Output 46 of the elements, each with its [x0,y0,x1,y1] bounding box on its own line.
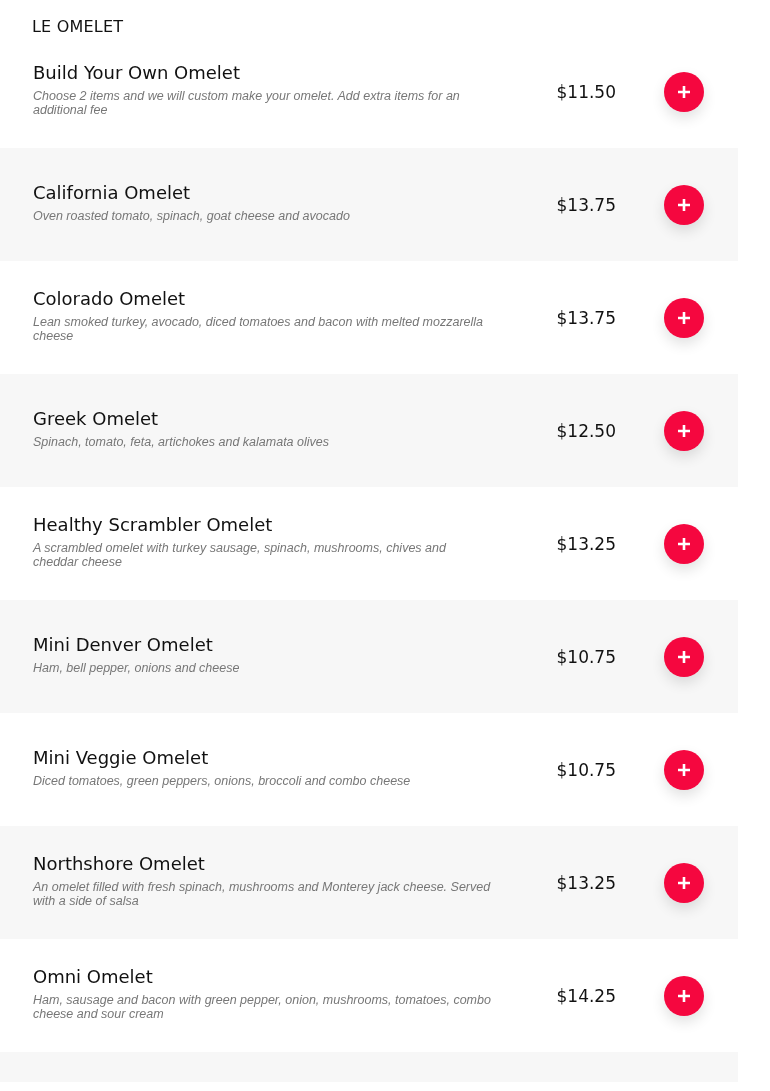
item-price: $11.50 [555,81,616,102]
item-name: Mini Denver Omelet [33,634,213,655]
item-description: Spinach, tomato, feta, artichokes and kalamata olives [33,435,330,449]
item-description: Ham, bell pepper, onions and cheese [33,661,241,675]
add-button[interactable] [664,410,704,451]
plus-icon [677,988,691,1003]
item-description: A scrambled omelet with turkey sausage, spinach, mushrooms, chives and cheddar cheese [33,541,448,569]
item-price: $12.50 [555,420,616,441]
item-name: Greek Omelet [33,408,159,429]
item-description: Choose 2 items and we will custom make your omelet. Add extra items for an additional fee [33,89,461,117]
plus-icon [677,536,691,551]
add-button[interactable] [664,297,704,338]
add-button[interactable] [664,975,704,1016]
item-price: $13.75 [555,194,616,215]
item-name: Omni Omelet [33,966,153,987]
plus-icon [677,762,691,777]
add-button[interactable] [664,862,704,903]
add-button[interactable] [664,523,704,564]
item-name: California Omelet [33,182,191,203]
add-button[interactable] [664,184,704,225]
add-button[interactable] [664,749,704,790]
item-name: Colorado Omelet [33,288,186,309]
item-price: $13.75 [555,307,616,328]
plus-icon [677,423,691,438]
add-button[interactable] [664,71,704,112]
plus-icon [677,875,691,890]
section-title: LE OMELET [31,16,125,35]
item-name: Northshore Omelet [33,853,205,874]
item-description: An omelet filled with fresh spinach, mushrooms and Monterey jack cheese. Served with a side of salsa [33,880,492,908]
item-name: Mini Veggie Omelet [33,747,209,768]
plus-icon [677,84,691,99]
plus-icon [677,310,691,325]
item-description: Oven roasted tomato, spinach, goat cheese and avocado [33,209,351,223]
item-name: Build Your Own Omelet [33,62,240,83]
item-description: Ham, sausage and bacon with green pepper, onion, mushrooms, tomatoes, combo cheese and sour cream [33,993,492,1021]
item-price: $10.75 [555,759,616,780]
item-name: Healthy Scrambler Omelet [33,514,273,535]
item-description: Diced tomatoes, green peppers, onions, broccoli and combo cheese [33,774,412,788]
item-price: $10.75 [555,646,616,667]
item-price: $14.25 [555,985,616,1006]
plus-icon [677,649,691,664]
item-price: $13.25 [555,872,616,893]
add-button[interactable] [664,636,704,677]
item-description: Lean smoked turkey, avocado, diced tomatoes and bacon with melted mozzarella cheese [33,315,485,343]
item-price: $13.25 [555,533,616,554]
plus-icon [677,197,691,212]
